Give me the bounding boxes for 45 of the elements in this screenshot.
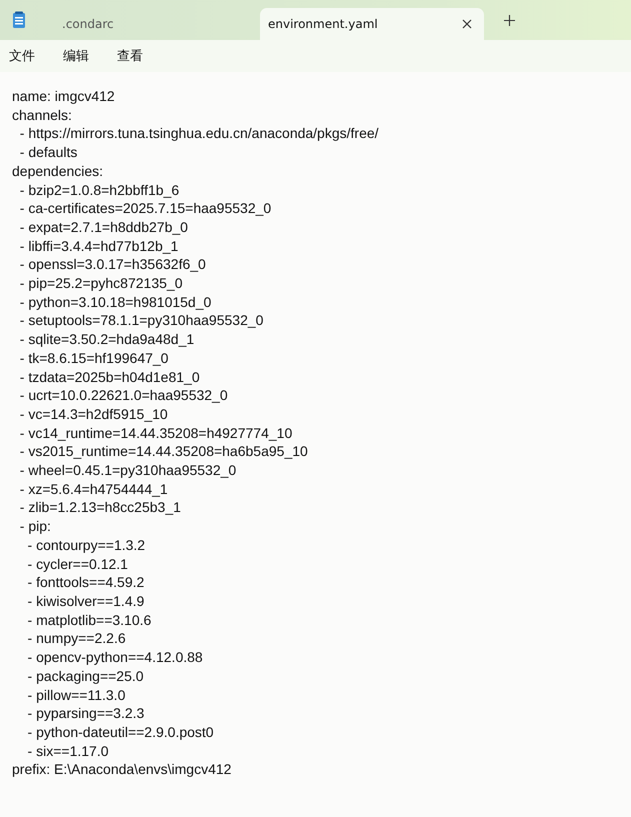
menu-item[interactable]: 文件 xyxy=(9,47,35,65)
add-tab-icon[interactable] xyxy=(504,14,515,26)
text-line: - kiwisolver==1.4.9 xyxy=(26,592,146,611)
text-line: - pip=25.2=pyhc872135_0 xyxy=(18,274,184,293)
text-line: - wheel=0.45.1=py310haa95532_0 xyxy=(18,461,238,480)
text-line: dependencies: xyxy=(12,162,104,181)
text-line: - cycler==0.12.1 xyxy=(26,554,129,574)
text-line: - https://mirrors.tuna.tsinghua.edu.cn/anaconda/pkgs/free/ xyxy=(18,124,380,144)
notepad-icon xyxy=(12,11,26,29)
text-line: - fonttools==4.59.2 xyxy=(26,573,146,592)
text-line: - libffi=3.4.4=hd77b12b_1 xyxy=(18,236,180,256)
menu-item[interactable]: 编辑 xyxy=(63,47,89,65)
text-line: - python=3.10.18=h981015d_0 xyxy=(18,292,212,312)
text-line: - contourpy==1.3.2 xyxy=(26,536,146,555)
close-icon[interactable] xyxy=(462,19,472,29)
text-line: - pillow==11.3.0 xyxy=(26,686,126,704)
menu-item[interactable]: 查看 xyxy=(117,47,143,65)
text-line: prefix: E:\Anaconda\envs\imgcv412 xyxy=(12,760,232,780)
text-line: - six==1.17.0 xyxy=(26,742,110,760)
text-line: name: imgcv412 xyxy=(12,87,116,106)
text-line: - ucrt=10.0.22621.0=haa95532_0 xyxy=(18,386,229,405)
text-line: - packaging==25.0 xyxy=(26,666,145,686)
tab[interactable]: environment.yaml xyxy=(260,8,484,40)
text-line: - vc=14.3=h2df5915_10 xyxy=(18,404,169,424)
text-line: - numpy==2.2.6 xyxy=(26,629,127,648)
text-line: - ca-certificates=2025.7.15=haa95532_0 xyxy=(18,199,272,218)
text-line: - vs2015_runtime=14.44.35208=ha6b5a95_10 xyxy=(18,442,309,462)
text-line: channels: xyxy=(12,106,73,124)
text-line: - opencv-python==4.12.0.88 xyxy=(26,648,204,667)
text-line: - expat=2.7.1=h8ddb27b_0 xyxy=(18,218,189,237)
text-line: - defaults xyxy=(18,143,78,162)
text-line: - xz=5.6.4=h4754444_1 xyxy=(18,480,169,498)
text-line: - vc14_runtime=14.44.35208=h4927774_10 xyxy=(18,424,294,442)
text-line: - bzip2=1.0.8=h2bbff1b_6 xyxy=(18,180,180,200)
text-line: - python-dateutil==2.9.0.post0 xyxy=(26,722,215,742)
text-line: - setuptools=78.1.1=py310haa95532_0 xyxy=(18,311,264,330)
text-line: - tzdata=2025b=h04d1e81_0 xyxy=(18,368,201,386)
text-line: - openssl=3.0.17=h35632f6_0 xyxy=(18,255,207,274)
tab[interactable]: .condarc xyxy=(40,8,250,40)
text-line: - zlib=1.2.13=h8cc25b3_1 xyxy=(18,498,182,518)
text-line: - pip: xyxy=(18,517,52,536)
text-line: - matplotlib==3.10.6 xyxy=(26,610,152,630)
text-line: - sqlite=3.50.2=hda9a48d_1 xyxy=(18,330,196,349)
text-line: - tk=8.6.15=hf199647_0 xyxy=(18,348,170,368)
text-line: - pyparsing==3.2.3 xyxy=(26,704,146,723)
